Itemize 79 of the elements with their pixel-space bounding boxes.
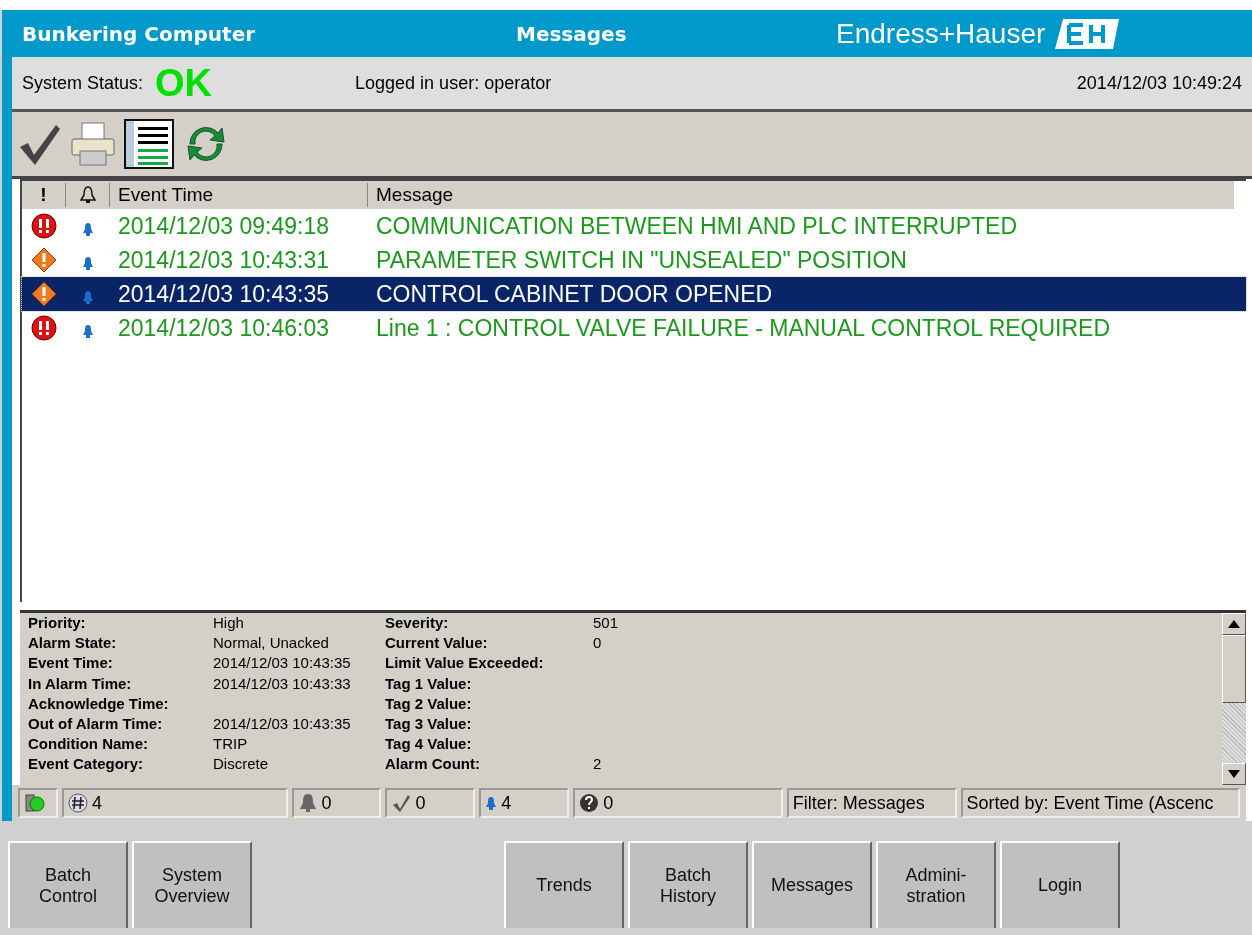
scroll-down-icon[interactable]: [1228, 770, 1240, 778]
connection-status-icon: [24, 793, 46, 813]
message-row[interactable]: 2014/12/03 09:49:18 COMMUNICATION BETWEEN HMI AND PLC INTERRUPTED: [22, 209, 1246, 243]
list-icon[interactable]: [124, 119, 174, 169]
brand-logo-icon: [1055, 18, 1120, 49]
bell-icon: [82, 324, 94, 338]
status-counter: 0: [291, 788, 382, 818]
detail-label: Tag 2 Value:: [385, 693, 473, 714]
nav-button[interactable]: Batch History: [628, 841, 748, 928]
detail-label: Current Value:: [385, 633, 489, 654]
message-text: PARAMETER SWITCH IN "UNSEALED" POSITION: [375, 246, 907, 274]
detail-value: Normal, Unacked: [213, 633, 330, 654]
nav-button[interactable]: Batch Control: [8, 841, 128, 928]
column-header[interactable]: Event Time: [110, 183, 368, 207]
bell-icon: [485, 796, 498, 810]
bell-icon: [82, 290, 94, 304]
message-row[interactable]: 2014/12/03 10:43:35 CONTROL CABINET DOOR OPENED: [22, 277, 1246, 311]
detail-label: Tag 3 Value:: [385, 713, 473, 734]
column-header[interactable]: !: [22, 183, 66, 207]
detail-label: Limit Value Exceeded:: [385, 653, 545, 674]
status-label: System Status:: [22, 72, 144, 94]
app-title: Bunkering Computer: [22, 21, 257, 46]
detail-label: Tag 1 Value:: [385, 673, 473, 694]
nav-button[interactable]: Trends: [504, 841, 624, 928]
message-text: COMMUNICATION BETWEEN HMI AND PLC INTERRUPTED: [375, 212, 1018, 240]
detail-label: Priority:: [28, 613, 87, 633]
bell-icon: [82, 256, 94, 270]
detail-value: 2014/12/03 10:43:33: [213, 673, 352, 694]
detail-value: 2014/12/03 10:43:35: [213, 713, 352, 734]
hash-icon: [67, 793, 88, 813]
brand-name: Endress+Hauser: [836, 17, 1046, 50]
detail-value: 501: [593, 613, 620, 633]
detail-value: 0: [593, 633, 603, 654]
column-header[interactable]: Message: [368, 183, 1213, 207]
filter-label: Filter: Messages: [786, 788, 957, 818]
event-time: 2014/12/03 09:49:18: [117, 212, 331, 240]
event-time: 2014/12/03 10:43:35: [117, 280, 331, 308]
nav-button[interactable]: Login: [1000, 841, 1120, 928]
detail-value: 2: [593, 754, 603, 775]
detail-label: Severity:: [385, 613, 450, 633]
message-row[interactable]: 2014/12/03 10:43:31 PARAMETER SWITCH IN "UNSEALED" POSITION: [22, 243, 1246, 277]
bell-icon: [297, 793, 318, 813]
detail-value: Discrete: [213, 754, 269, 775]
nav-button[interactable]: Admini- stration: [876, 841, 996, 928]
scrollbar[interactable]: [1222, 613, 1246, 785]
bell-icon[interactable]: [79, 186, 96, 204]
status-counter: 4: [479, 788, 570, 818]
message-text: Line 1 : CONTROL VALVE FAILURE - MANUAL CONTROL REQUIRED: [375, 314, 1111, 342]
logged-in-user: Logged in user: operator: [355, 72, 553, 94]
detail-label: Tag 4 Value:: [385, 734, 473, 755]
detail-value: High: [213, 613, 245, 633]
event-time: 2014/12/03 10:46:03: [117, 314, 331, 342]
page-title: Messages: [516, 21, 628, 46]
detail-label: Acknowledge Time:: [28, 693, 170, 714]
acknowledged-icon: [391, 793, 412, 813]
question-icon: [579, 793, 600, 813]
detail-label: Condition Name:: [28, 734, 149, 755]
bell-icon: [82, 222, 94, 236]
detail-label: Alarm Count:: [385, 754, 481, 775]
detail-value: TRIP: [213, 734, 249, 755]
nav-button[interactable]: Messages: [752, 841, 872, 928]
printer-icon[interactable]: [70, 121, 116, 167]
detail-value: 2014/12/03 10:43:35: [213, 653, 352, 674]
status-value: OK: [155, 61, 214, 105]
status-counter: 0: [385, 788, 476, 818]
status-counter: 4: [61, 788, 288, 818]
detail-label: Out of Alarm Time:: [28, 713, 164, 734]
status-counter: 0: [573, 788, 783, 818]
detail-label: In Alarm Time:: [28, 673, 133, 694]
nav-button[interactable]: System Overview: [132, 841, 252, 928]
detail-label: Event Category:: [28, 754, 145, 775]
detail-label: Alarm State:: [28, 633, 118, 654]
sort-label: Sorted by: Event Time (Ascenc: [960, 788, 1240, 818]
message-text: CONTROL CABINET DOOR OPENED: [375, 280, 773, 308]
current-datetime: 2014/12/03 10:49:24: [1076, 72, 1242, 94]
event-time: 2014/12/03 10:43:31: [117, 246, 331, 274]
message-row[interactable]: 2014/12/03 10:46:03 Line 1 : CONTROL VALVE FAILURE - MANUAL CONTROL REQUIRED: [22, 311, 1246, 345]
detail-label: Event Time:: [28, 653, 114, 674]
scroll-up-icon[interactable]: [1228, 620, 1240, 628]
